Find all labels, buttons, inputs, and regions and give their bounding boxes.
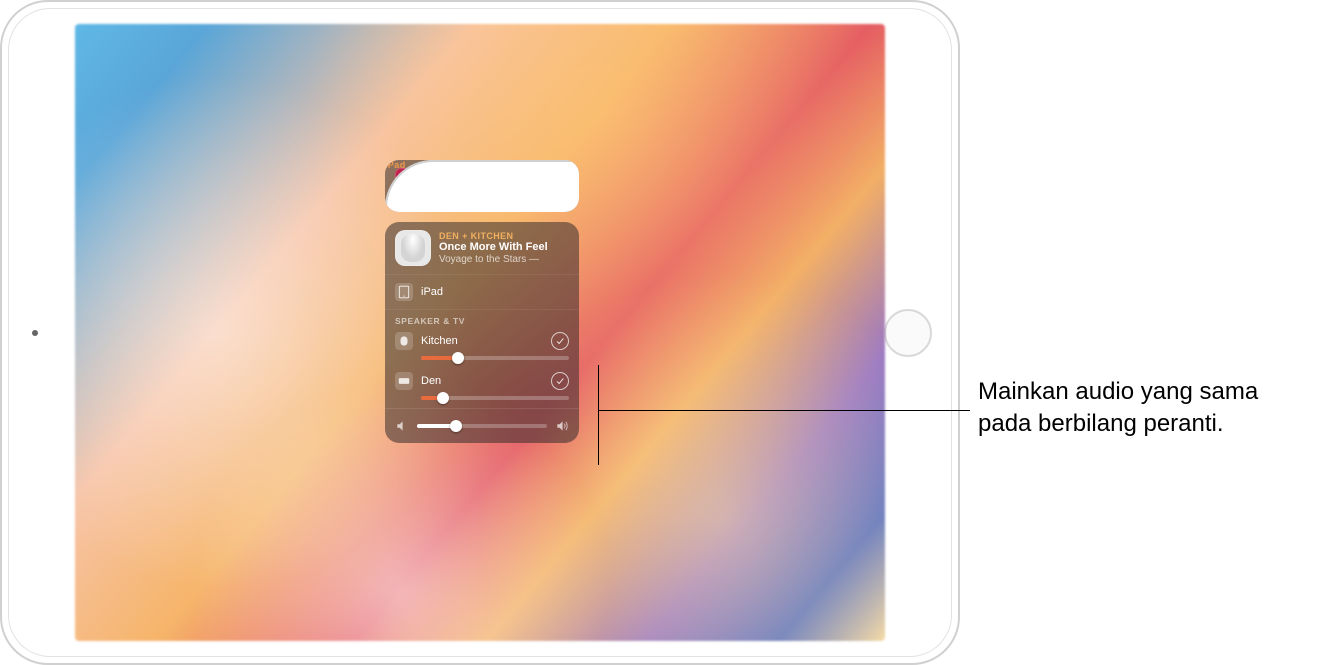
speaker-tv-section-label: SPEAKER & TV bbox=[385, 310, 579, 328]
track-title: Once More With Feel bbox=[439, 241, 569, 254]
homepod-icon bbox=[395, 230, 431, 266]
airplay-popup: iPad Once More With Feel Voyage to the S… bbox=[385, 160, 579, 443]
homepod-icon bbox=[395, 332, 413, 350]
track-subtitle: Voyage to the Stars — bbox=[439, 254, 569, 266]
source-label: iPad bbox=[385, 160, 579, 212]
master-volume-slider[interactable] bbox=[417, 424, 547, 428]
device-volume-slider[interactable] bbox=[421, 356, 569, 360]
callout-text: Mainkan audio yang sama pada berbilang p… bbox=[978, 376, 1258, 441]
appletv-icon bbox=[395, 372, 413, 390]
device-row-kitchen[interactable]: Kitchen bbox=[385, 328, 579, 368]
device-row-den[interactable]: Den bbox=[385, 368, 579, 408]
master-volume-row bbox=[385, 408, 579, 443]
nowplaying-card-group: DEN + KITCHEN Once More With Feel Voyage… bbox=[385, 222, 579, 443]
front-camera bbox=[32, 330, 38, 336]
ipad-device-icon bbox=[395, 283, 413, 301]
callout-leader-line bbox=[598, 410, 970, 411]
callout-line-1: Mainkan audio yang sama bbox=[978, 376, 1258, 408]
this-device-label: iPad bbox=[421, 286, 569, 298]
device-name: Den bbox=[421, 375, 543, 387]
ipad-frame: iPad Once More With Feel Voyage to the S… bbox=[0, 0, 960, 665]
nowplaying-card-ipad[interactable]: iPad Once More With Feel Voyage to the S… bbox=[385, 160, 579, 212]
device-name: Kitchen bbox=[421, 335, 543, 347]
home-button[interactable] bbox=[884, 309, 932, 357]
callout-line-2: pada berbilang peranti. bbox=[978, 408, 1258, 440]
this-device-row[interactable]: iPad bbox=[385, 274, 579, 310]
device-volume-slider[interactable] bbox=[421, 396, 569, 400]
selected-checkmark-icon[interactable] bbox=[551, 332, 569, 350]
volume-high-icon bbox=[555, 419, 569, 433]
group-header-row[interactable]: DEN + KITCHEN Once More With Feel Voyage… bbox=[385, 222, 579, 274]
selected-checkmark-icon[interactable] bbox=[551, 372, 569, 390]
callout-bracket bbox=[598, 365, 599, 465]
source-label: DEN + KITCHEN bbox=[439, 231, 569, 241]
volume-low-icon bbox=[395, 419, 409, 433]
